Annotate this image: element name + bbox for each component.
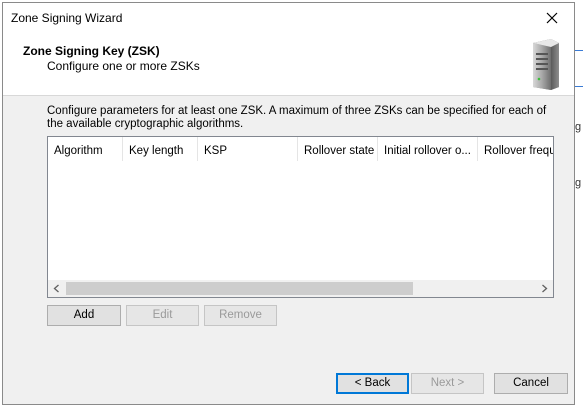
column-header-algorithm[interactable]: Algorithm: [48, 137, 123, 161]
remove-button[interactable]: Remove: [204, 305, 277, 326]
scroll-right-icon: [542, 284, 548, 293]
close-icon: [546, 12, 558, 24]
add-button[interactable]: Add: [47, 305, 121, 326]
close-button[interactable]: [530, 3, 574, 33]
page-subtitle: Configure one or more ZSKs: [47, 59, 200, 73]
cancel-button[interactable]: Cancel: [494, 373, 568, 394]
column-header-rollover-frequency[interactable]: Rollover frequ: [478, 137, 553, 161]
edit-button[interactable]: Edit: [126, 305, 199, 326]
zone-signing-wizard-dialog: Zone Signing Wizard Zone Signing Key (ZS…: [2, 2, 575, 405]
wizard-header: Zone Signing Key (ZSK) Configure one or …: [3, 33, 574, 96]
list-header: Algorithm Key length KSP Rollover state …: [48, 137, 553, 161]
back-button[interactable]: < Back: [336, 373, 409, 394]
background-line: [575, 86, 583, 87]
scroll-left-button[interactable]: [48, 280, 65, 297]
background-window: g g: [575, 0, 583, 407]
column-header-rollover-state[interactable]: Rollover state: [298, 137, 378, 161]
window-title: Zone Signing Wizard: [11, 11, 123, 25]
background-text: g: [575, 121, 582, 133]
scroll-left-icon: [53, 284, 59, 293]
scrollbar-thumb[interactable]: [66, 282, 413, 295]
instructions-text: Configure parameters for at least one ZS…: [47, 105, 547, 130]
background-text: g: [575, 177, 582, 189]
page-title: Zone Signing Key (ZSK): [23, 44, 160, 58]
column-header-initial-rollover[interactable]: Initial rollover o...: [378, 137, 478, 161]
column-header-key-length[interactable]: Key length: [123, 137, 198, 161]
scroll-right-button[interactable]: [536, 280, 553, 297]
server-icon: [533, 39, 559, 90]
title-bar: Zone Signing Wizard: [3, 3, 574, 33]
next-button[interactable]: Next >: [411, 373, 484, 394]
horizontal-scrollbar[interactable]: [48, 280, 553, 297]
background-line: [575, 50, 583, 51]
zsk-list[interactable]: Algorithm Key length KSP Rollover state …: [47, 136, 554, 298]
column-header-ksp[interactable]: KSP: [198, 137, 298, 161]
